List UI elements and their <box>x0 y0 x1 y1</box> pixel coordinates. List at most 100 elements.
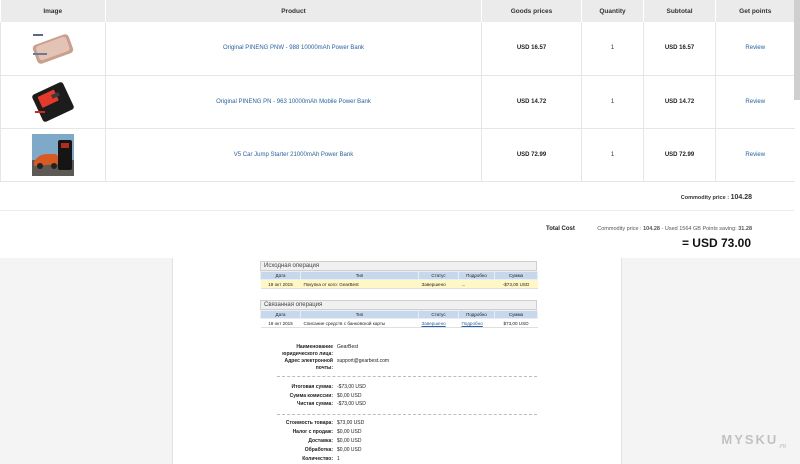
section-title: Исходная операция <box>260 261 537 271</box>
col-price: Goods prices <box>481 0 582 22</box>
type-cell: Покупка от кого: GearBest <box>300 279 419 289</box>
col-image: Image <box>0 0 106 22</box>
total-breakdown: Commodity price : 104.28 - Used 1564 GB … <box>597 226 752 232</box>
quantity-cell: 1 <box>581 75 644 129</box>
product-name-cell: V5 Car Jump Starter 21000mAh Power Bank <box>105 128 482 182</box>
points-cell: Review <box>715 128 795 182</box>
subtotal-cell: USD 16.57 <box>643 22 716 76</box>
quantity-cell: 1 <box>581 128 644 182</box>
original-operation-table: Дата Тип Статус Подробно Сумма 19 окт 20… <box>260 271 538 289</box>
col-details: Подробно <box>458 310 495 319</box>
email-value: support@gearbest.com <box>337 358 390 364</box>
product-name-cell: Original PINENG PNW - 988 10000mAh Power… <box>105 22 482 76</box>
col-status: Статус <box>418 271 459 280</box>
qty-value: 1 <box>337 456 340 462</box>
total-cost-label: Total Cost <box>546 226 575 232</box>
points-cell: Review <box>715 75 795 129</box>
payment-receipt: Исходная операция Дата Тип Статус Подроб… <box>0 258 800 464</box>
commodity-price-label: Commodity price : <box>680 195 730 201</box>
commodity-price-value: 104.28 <box>730 194 752 201</box>
product-link[interactable]: V5 Car Jump Starter 21000mAh Power Bank <box>234 152 353 158</box>
cost-value: $73,00 USD <box>337 420 365 426</box>
details-cell: ... <box>458 279 495 289</box>
related-operation-table: Дата Тип Статус Подробно Сумма 19 окт 20… <box>260 310 538 328</box>
original-operation: Исходная операция Дата Тип Статус Подроб… <box>260 261 538 289</box>
shipping-value: $0,00 USD <box>337 438 362 444</box>
product-image-cell <box>0 22 106 76</box>
date-cell: 19 окт 2015 <box>260 318 301 328</box>
col-product: Product <box>105 0 482 22</box>
watermark: MYSKU.ru <box>721 432 786 450</box>
qty-label: Количество: <box>302 456 333 462</box>
amount-cell: $73,00 USD <box>494 318 538 328</box>
status-cell: Завершено <box>418 279 459 289</box>
silver-power-bank-image[interactable] <box>32 27 74 69</box>
grand-total: = USD 73.00 <box>681 236 751 250</box>
scrollbar[interactable] <box>794 0 800 100</box>
product-link[interactable]: Original PINENG PN - 963 10000mAh Mobile… <box>216 99 371 105</box>
col-subtotal: Subtotal <box>643 0 716 22</box>
breakdown-value-1: 104.28 <box>643 226 660 232</box>
fee-value: $0,00 USD <box>337 393 362 399</box>
status-cell: Завершено <box>418 318 459 328</box>
divider <box>277 414 537 415</box>
breakdown-label-2: - Used 1564 GB Points saving: <box>661 226 737 232</box>
merchant-info: Наименование юридического лица: GearBest… <box>273 344 533 371</box>
receipt-paper: Исходная операция Дата Тип Статус Подроб… <box>172 258 622 464</box>
divider <box>0 210 794 211</box>
total-value: -$73,00 USD <box>337 384 366 390</box>
related-operation: Связанная операция Дата Тип Статус Подро… <box>260 300 538 328</box>
table-row: 19 окт 2015 Списание средств с банковско… <box>260 318 538 328</box>
amount-cell: -$73,00 USD <box>494 279 538 289</box>
col-date: Дата <box>260 310 301 319</box>
commodity-price: Commodity price : 104.28 <box>681 194 752 201</box>
review-link[interactable]: Review <box>745 99 765 105</box>
product-link[interactable]: Original PINENG PNW - 988 10000mAh Power… <box>223 45 364 51</box>
details-link[interactable]: Подробно <box>462 321 483 326</box>
table-row: Original PINENG PNW - 988 10000mAh Power… <box>0 22 795 76</box>
details-cell: Подробно <box>458 318 495 328</box>
product-image-cell <box>0 128 106 182</box>
col-date: Дата <box>260 271 301 280</box>
fee-label: Сумма комиссии: <box>289 393 333 399</box>
amount-summary: Итоговая сумма: -$73,00 USD Сумма комисс… <box>273 384 533 410</box>
price-cell: USD 72.99 <box>481 128 582 182</box>
shipping-label: Доставка: <box>308 438 333 444</box>
table-header: Image Product Goods prices Quantity Subt… <box>0 0 795 22</box>
table-row: 19 окт 2015 Покупка от кого: GearBest За… <box>260 279 538 289</box>
review-link[interactable]: Review <box>745 45 765 51</box>
black-red-power-bank-image[interactable] <box>32 81 74 123</box>
product-name-cell: Original PINENG PN - 963 10000mAh Mobile… <box>105 75 482 129</box>
net-value: -$73,00 USD <box>337 401 366 407</box>
order-table: Image Product Goods prices Quantity Subt… <box>0 0 795 182</box>
quantity-cell: 1 <box>581 22 644 76</box>
email-label: Адрес электронной почты: <box>284 358 333 371</box>
review-link[interactable]: Review <box>745 152 765 158</box>
price-cell: USD 14.72 <box>481 75 582 129</box>
subtotal-cell: USD 14.72 <box>643 75 716 129</box>
col-status: Статус <box>418 310 459 319</box>
col-amount: Сумма <box>494 271 538 280</box>
col-details: Подробно <box>458 271 495 280</box>
col-amount: Сумма <box>494 310 538 319</box>
divider <box>277 376 537 377</box>
watermark-text: MYSKU <box>721 432 779 448</box>
legal-name-label: Наименование юридического лица: <box>282 344 333 357</box>
breakdown-value-2: 31.28 <box>738 226 752 232</box>
price-cell: USD 16.57 <box>481 22 582 76</box>
col-quantity: Quantity <box>581 0 644 22</box>
total-label: Итоговая сумма: <box>291 384 333 390</box>
status-link[interactable]: Завершено <box>422 321 446 326</box>
watermark-suffix: .ru <box>778 444 786 450</box>
tax-label: Налог с продаж: <box>292 429 333 435</box>
points-cell: Review <box>715 22 795 76</box>
cost-details: Стоимость товара: $73,00 USD Налог с про… <box>273 420 533 464</box>
handling-label: Обработка: <box>304 447 333 453</box>
tax-value: $0,00 USD <box>337 429 362 435</box>
car-jump-starter-image[interactable] <box>32 133 74 176</box>
handling-value: $0,00 USD <box>337 447 362 453</box>
type-cell: Списание средств с банковской карты <box>300 318 419 328</box>
cost-label: Стоимость товара: <box>285 420 333 426</box>
net-label: Чистая сумма: <box>296 401 333 407</box>
table-row: Original PINENG PN - 963 10000mAh Mobile… <box>0 75 795 129</box>
